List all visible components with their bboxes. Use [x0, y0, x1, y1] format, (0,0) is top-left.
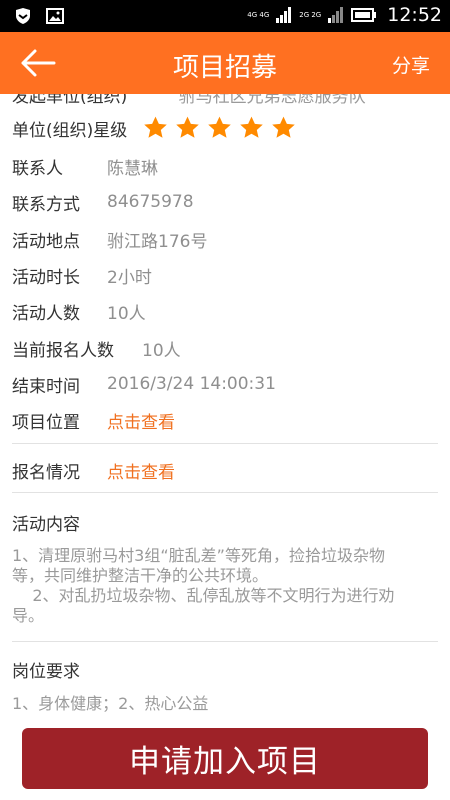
image-icon — [46, 7, 64, 25]
organizer-row: 发起单位(组织) 驸马社区兄弟志愿服务队 — [12, 94, 366, 107]
status-bar: 4G 4G 2G 2G 12:52 — [0, 0, 450, 32]
page-title: 项目招募 — [172, 53, 277, 83]
activity-body: 1、清理原驸马村3组“脏乱差”等死角，捡拾垃圾杂物等，共同维护整洁干净的公共环境… — [12, 546, 412, 626]
signed-label: 当前报名人数 — [12, 340, 114, 361]
divider — [12, 443, 438, 444]
shield-icon — [14, 7, 32, 25]
phone-row: 联系方式 84675978 — [12, 187, 438, 217]
signed-value: 10人 — [142, 340, 181, 361]
share-button[interactable]: 分享 — [392, 51, 430, 78]
project-details[interactable]: 发起单位(组织) 驸马社区兄弟志愿服务队 单位(组织)星级 联系人 陈慧琳 联系… — [0, 94, 450, 800]
divider — [12, 492, 438, 493]
network-4g-label: 4G 4G — [247, 11, 270, 19]
star-rating-label: 单位(组织)星级 — [12, 120, 128, 141]
duration-row: 活动时长 2小时 — [12, 260, 438, 290]
network-2g-label: 2G 2G — [299, 11, 322, 19]
star-icon — [176, 116, 199, 138]
requirements-title: 岗位要求 — [12, 662, 80, 682]
app-bar: 项目招募 分享 — [0, 32, 450, 94]
signup-label: 报名情况 — [12, 462, 80, 483]
location-label: 活动地点 — [12, 231, 80, 252]
duration-value: 2小时 — [107, 267, 152, 288]
apply-join-button[interactable]: 申请加入项目 — [22, 728, 428, 789]
signup-row: 报名情况 点击查看 — [12, 455, 438, 485]
organizer-value: 驸马社区兄弟志愿服务队 — [178, 94, 366, 107]
star-icon — [240, 116, 263, 138]
end-time-label: 结束时间 — [12, 376, 80, 397]
end-time-value: 2016/3/24 14:00:31 — [107, 374, 276, 394]
location-row: 活动地点 驸江路176号 — [12, 224, 438, 254]
contact-row: 联系人 陈慧琳 — [12, 151, 438, 181]
signal-icon-2 — [327, 6, 345, 24]
star-icon — [272, 116, 295, 138]
people-label: 活动人数 — [12, 303, 80, 324]
duration-label: 活动时长 — [12, 267, 80, 288]
battery-icon — [351, 6, 377, 24]
people-row: 活动人数 10人 — [12, 296, 438, 326]
clock: 12:52 — [387, 4, 442, 26]
activity-line-2: 2、对乱扔垃圾杂物、乱停乱放等不文明行为进行劝导。 — [12, 586, 395, 625]
organizer-label: 发起单位(组织) — [12, 94, 128, 107]
activity-title: 活动内容 — [12, 515, 80, 535]
phone-value[interactable]: 84675978 — [107, 192, 194, 212]
end-time-row: 结束时间 2016/3/24 14:00:31 — [12, 369, 438, 399]
map-row: 项目位置 点击查看 — [12, 405, 438, 435]
star-rating — [142, 115, 297, 141]
phone-label: 联系方式 — [12, 194, 80, 215]
location-value: 驸江路176号 — [107, 231, 208, 252]
signup-view-link[interactable]: 点击查看 — [107, 458, 175, 483]
star-icon — [208, 116, 231, 138]
map-label: 项目位置 — [12, 412, 80, 433]
activity-line-1: 1、清理原驸马村3组“脏乱差”等死角，捡拾垃圾杂物等，共同维护整洁干净的公共环境… — [12, 546, 385, 585]
contact-value: 陈慧琳 — [107, 158, 158, 179]
star-icon — [144, 116, 167, 138]
requirements-body: 1、身体健康；2、热心公益 — [12, 694, 209, 713]
star-rating-row: 单位(组织)星级 — [12, 113, 127, 143]
signal-icon — [275, 6, 293, 24]
people-value: 10人 — [107, 303, 146, 324]
contact-label: 联系人 — [12, 158, 63, 179]
signed-row: 当前报名人数 10人 — [12, 333, 438, 363]
map-view-link[interactable]: 点击查看 — [107, 408, 175, 433]
divider — [12, 641, 438, 642]
